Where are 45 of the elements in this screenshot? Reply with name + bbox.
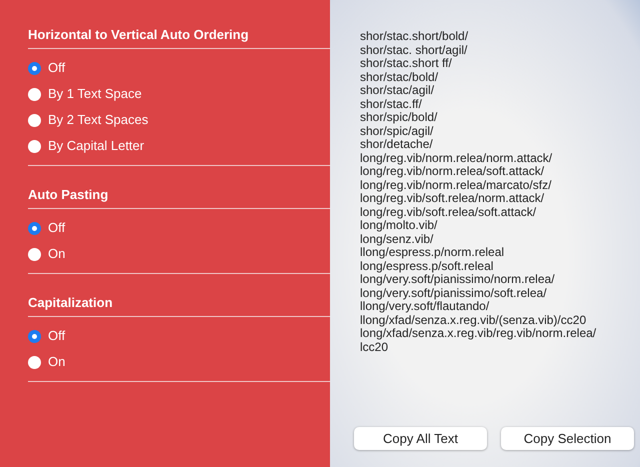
text-line: shor/stac. short/agil/ xyxy=(360,44,468,57)
text-line: long/very.soft/pianissimo/norm.relea/ xyxy=(360,273,556,286)
radio-option[interactable]: By Capital Letter xyxy=(28,133,144,159)
radio-option[interactable]: Off xyxy=(28,55,66,81)
radio-option[interactable]: Off xyxy=(28,215,66,241)
text-line: shor/spic/bold/ xyxy=(360,111,438,124)
text-line: llong/espress.p/norm.releal xyxy=(360,246,506,260)
radio-button[interactable] xyxy=(28,330,41,342)
copy-button[interactable]: Copy All Text xyxy=(354,427,487,450)
text-line: shor/stac/agil/ xyxy=(360,84,436,98)
text-line: long/very.soft/pianissimo/soft.relea/ xyxy=(360,286,548,300)
text-line: long/senz.vib/ xyxy=(360,232,434,246)
text-line: llong/very.soft/flautando/ xyxy=(360,300,490,314)
text-line: shor/stac.short ff/ xyxy=(360,57,452,70)
section-heading: Horizontal to Vertical Auto Ordering xyxy=(28,26,330,49)
section-heading: Capitalization xyxy=(28,294,330,317)
text-line: long/espress.p/soft.releal xyxy=(360,260,494,273)
copy-button[interactable]: Copy Selection xyxy=(501,427,634,450)
text-line: shor/stac.short/bold/ xyxy=(360,30,470,44)
radio-button[interactable] xyxy=(28,114,41,126)
text-line: long/xfad/senza.x.reg.vib/reg.vib/norm.relea/ xyxy=(360,327,598,340)
text-line: shor/stac/bold/ xyxy=(360,70,440,84)
radio-option[interactable]: By 2 Text Spaces xyxy=(28,107,148,133)
radio-option[interactable]: Off xyxy=(28,323,66,349)
text-line: long/molto.vib/ xyxy=(360,219,438,232)
text-line: long/reg.vib/soft.relea/norm.attack/ xyxy=(360,192,544,206)
text-line: shor/spic/agil/ xyxy=(360,124,434,138)
radio-button[interactable] xyxy=(28,88,41,100)
radio-option[interactable]: By 1 Text Space xyxy=(28,81,142,107)
radio-button[interactable] xyxy=(28,62,41,74)
radio-button[interactable] xyxy=(28,140,41,152)
text-line: shor/detache/ xyxy=(360,138,433,152)
text-line: shor/stac.ff/ xyxy=(360,98,423,111)
radio-button[interactable] xyxy=(28,356,41,368)
section-heading: Auto Pasting xyxy=(28,186,330,209)
radio-option[interactable]: On xyxy=(28,241,66,267)
radio-button[interactable] xyxy=(28,222,41,234)
text-line: long/reg.vib/norm.relea/marcato/sfz/ xyxy=(360,178,552,192)
text-line: long/reg.vib/norm.relea/soft.attack/ xyxy=(360,165,544,178)
text-line: long/reg.vib/norm.relea/norm.attack/ xyxy=(360,152,554,165)
text-line: long/reg.vib/soft.relea/soft.attack/ xyxy=(360,206,538,219)
text-line: llong/xfad/senza.x.reg.vib/(senza.vib)/cc20 xyxy=(360,314,588,327)
radio-button[interactable] xyxy=(28,248,41,260)
text-line: lcc20 xyxy=(360,340,390,354)
radio-option[interactable]: On xyxy=(28,349,66,375)
